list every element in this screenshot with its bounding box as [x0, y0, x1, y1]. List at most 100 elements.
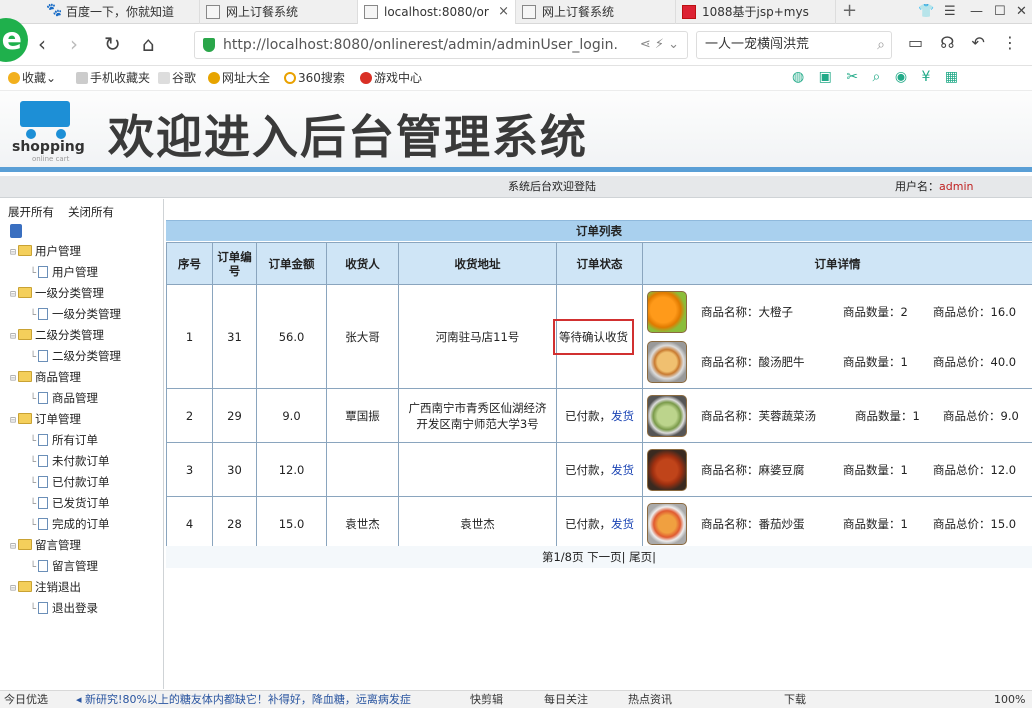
bookmark-360[interactable]: 360搜索: [284, 66, 345, 91]
baidu-paw-icon: 🐾: [46, 3, 63, 18]
tree-leaf[interactable]: └ 二级分类管理: [30, 346, 121, 366]
minimize-icon[interactable]: —: [970, 0, 983, 24]
tree-folder[interactable]: ⊟ 二级分类管理: [10, 325, 104, 345]
bookmark-favorites[interactable]: 收藏⌄: [8, 66, 56, 91]
product-total: 商品总价：15.0: [933, 516, 1017, 531]
browser-tab-jsp[interactable]: 1088基于jsp+mys: [676, 0, 836, 24]
column-header-order-no: 订单编号: [212, 242, 257, 285]
status-daily[interactable]: 每日关注: [544, 691, 588, 708]
banner-divider: [0, 167, 1032, 172]
status-today-picks[interactable]: 今日优选: [4, 691, 48, 708]
status-clip[interactable]: 快剪辑: [470, 691, 503, 708]
share-lightning-dropdown-icons[interactable]: ⋖ ⚡ ⌄: [640, 32, 679, 58]
search-input[interactable]: 一人一宠横闯洪荒 ⌕: [696, 31, 892, 59]
collapse-all-link[interactable]: 关闭所有: [68, 204, 114, 220]
table-row: 3 30 12.0 已付款，发货 商品名称：麻婆豆腐 商品数量：1 商品总价：12.0: [166, 442, 1032, 497]
url-field[interactable]: http://localhost:8080/onlinerest/admin/a…: [194, 31, 688, 59]
product-total: 商品总价：40.0: [933, 354, 1017, 369]
bookmark-hao[interactable]: 网址大全: [208, 66, 270, 91]
search-icon[interactable]: ⌕: [877, 32, 885, 58]
bookmark-google[interactable]: 谷歌: [158, 66, 196, 91]
home-icon[interactable]: ⌂: [142, 33, 155, 55]
folder-icon: [18, 539, 33, 550]
browser-tab-localhost[interactable]: localhost:8080/or ×: [358, 0, 516, 24]
browser-tab-bar: 🐾 百度一下，你就知道 网上订餐系统 localhost:8080/or × 网上订…: [0, 0, 1032, 24]
cell-amount: 12.0: [256, 442, 327, 497]
dish-image: [647, 394, 687, 437]
browser-tab-order-system-2[interactable]: 网上订餐系统: [516, 0, 676, 24]
product-name: 商品名称：麻婆豆腐: [701, 462, 805, 477]
status-zoom[interactable]: 100%: [994, 691, 1025, 708]
bookmark-right-icons[interactable]: ◍ ▣ ✂ ⌕ ◉ ¥ ▦: [792, 69, 963, 85]
cell-order-no: 30: [212, 442, 257, 497]
next-page-link[interactable]: 下一页|: [587, 550, 625, 564]
back-arrow-icon[interactable]: ‹: [38, 33, 46, 55]
star-icon: [8, 72, 20, 84]
tree-label: 一级分类管理: [35, 286, 105, 300]
new-tab-button[interactable]: +: [842, 0, 857, 24]
cell-status: 已付款，发货: [556, 442, 643, 497]
tree-leaf[interactable]: └ 退出登录: [30, 598, 98, 618]
tree-leaf[interactable]: └ 一级分类管理: [30, 304, 121, 324]
tree-folder[interactable]: ⊟ 注销退出: [10, 577, 81, 597]
tree-label: 所有订单: [52, 433, 99, 447]
status-hot-news[interactable]: 热点资讯: [628, 691, 672, 708]
tree-leaf[interactable]: └ 已发货订单: [30, 493, 110, 513]
tree-folder[interactable]: ⊟ 留言管理: [10, 535, 81, 555]
toolbar-right-icons[interactable]: ▭ ☊ ↶ ⋮: [908, 33, 1024, 52]
bookmark-games[interactable]: 游戏中心: [360, 66, 422, 91]
cell-status: 已付款，发货: [556, 496, 643, 551]
tree-leaf[interactable]: └ 已付款订单: [30, 472, 110, 492]
order-table: 序号 订单编号 订单金额 收货人 收货地址 订单状态 订单详情 1 31 56.0 张…: [166, 242, 1032, 551]
cell-status: 已付款，发货: [556, 388, 643, 443]
cell-seq: 3: [166, 442, 213, 497]
status-download[interactable]: 下载: [784, 691, 806, 708]
ship-link[interactable]: 发货: [611, 517, 634, 531]
tab-close-icon[interactable]: ×: [498, 0, 509, 24]
product-qty: 商品数量：1: [843, 354, 908, 369]
folder-icon: [18, 371, 33, 382]
expand-all-link[interactable]: 展开所有: [8, 204, 54, 220]
tree-label: 留言管理: [35, 538, 82, 552]
tree-leaf[interactable]: └ 未付款订单: [30, 451, 110, 471]
ship-link[interactable]: 发货: [611, 463, 634, 477]
user-label: 用户名：admin: [895, 180, 974, 193]
table-row: 4 28 15.0 袁世杰 袁世杰 已付款，发货 商品名称：番茄炒蛋 商品数量：1 商品总价：1…: [166, 496, 1032, 551]
refresh-icon[interactable]: ↻: [104, 33, 121, 55]
tree-folder[interactable]: ⊟ 一级分类管理: [10, 283, 104, 303]
cell-order-no: 29: [212, 388, 257, 443]
last-page-link[interactable]: 尾页|: [629, 550, 656, 564]
tree-folder[interactable]: ⊟ 订单管理: [10, 409, 81, 429]
bookmark-mobile[interactable]: 手机收藏夹: [76, 66, 150, 91]
cell-seq: 2: [166, 388, 213, 443]
tree-leaf[interactable]: └ 留言管理: [30, 556, 98, 576]
product-name: 商品名称：酸汤肥牛: [701, 354, 805, 369]
dish-image: [647, 502, 687, 545]
cell-address: 袁世杰: [398, 496, 557, 551]
tree-folder[interactable]: ⊟ 商品管理: [10, 367, 81, 387]
product-qty: 商品数量：1: [843, 462, 908, 477]
tree-folder[interactable]: ⊟ 用户管理: [10, 241, 81, 261]
computer-root-icon: [10, 224, 22, 238]
tree-leaf[interactable]: └ 商品管理: [30, 388, 98, 408]
product-total: 商品总价：12.0: [933, 462, 1017, 477]
forward-arrow-icon[interactable]: ›: [70, 33, 78, 55]
ship-link[interactable]: 发货: [611, 409, 634, 423]
cell-receiver: 袁世杰: [326, 496, 399, 551]
tree-label: 用户管理: [52, 265, 99, 279]
page-favicon-icon: [522, 5, 536, 19]
browser-tab-baidu[interactable]: 🐾 百度一下，你就知道: [40, 0, 200, 24]
tree-leaf[interactable]: └ 用户管理: [30, 262, 98, 282]
cell-seq: 1: [166, 284, 213, 389]
menu-icon[interactable]: ☰: [944, 0, 956, 24]
tree-leaf[interactable]: └ 完成的订单: [30, 514, 110, 534]
browser-tab-order-system[interactable]: 网上订餐系统: [200, 0, 358, 24]
cell-details: 商品名称：麻婆豆腐 商品数量：1 商品总价：12.0: [642, 442, 1032, 497]
shirt-icon[interactable]: 👕: [918, 0, 934, 24]
tree-leaf[interactable]: └ 所有订单: [30, 430, 98, 450]
maximize-icon[interactable]: ☐: [994, 0, 1006, 24]
close-window-icon[interactable]: ✕: [1016, 0, 1027, 24]
folder-icon: [18, 413, 33, 424]
status-news-ticker[interactable]: ◂ 新研究!80%以上的糖友体内都缺它！补得好，降血糖，远离病发症: [76, 691, 411, 708]
tree-label: 商品管理: [35, 370, 82, 384]
